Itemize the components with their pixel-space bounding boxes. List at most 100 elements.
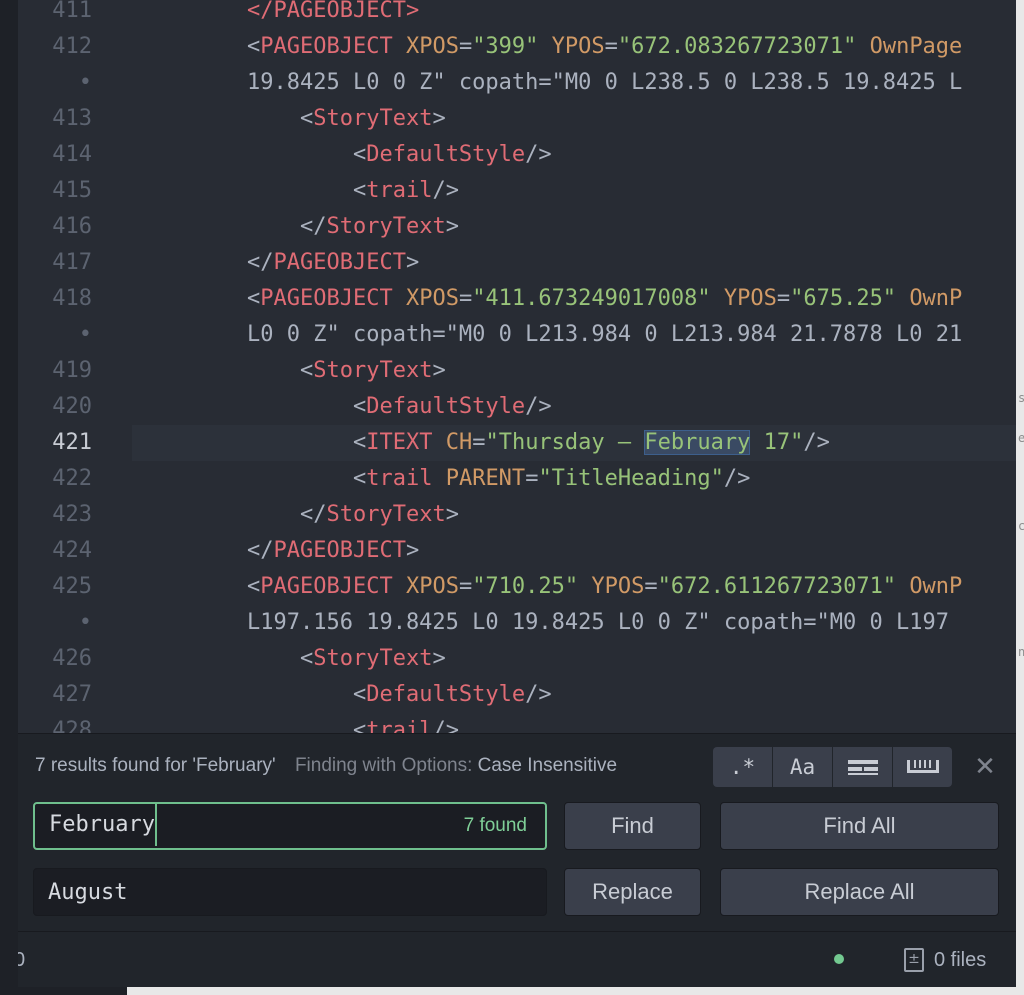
code-token: "TitleHeading" [538, 466, 724, 491]
code-token: = [644, 574, 658, 599]
find-input[interactable]: February 7 found [33, 802, 547, 850]
code-line[interactable]: 428 <trail/> [18, 713, 1016, 733]
results-summary: 7 results found for 'February' [35, 755, 276, 776]
regex-toggle-button[interactable]: .* [713, 747, 772, 787]
close-find-panel-button[interactable]: ✕ [973, 751, 997, 781]
code-line[interactable]: 414 <DefaultStyle/> [18, 137, 1016, 173]
code-token: YPOS [591, 574, 645, 599]
code-token: > [405, 538, 420, 563]
replace-input[interactable]: August [33, 868, 547, 916]
git-changed-files[interactable]: ± 0 files [904, 932, 986, 988]
code-token: > [405, 250, 420, 275]
code-line[interactable]: • L197.156 19.8425 L0 19.8425 L0 0 Z" cop… [18, 605, 1016, 641]
code-token: "710.25" [472, 574, 579, 599]
code-token: DefaultStyle [366, 682, 526, 707]
replace-button[interactable]: Replace [564, 868, 701, 916]
code-line[interactable]: 417 </PAGEOBJECT> [18, 245, 1016, 281]
code-token: < [247, 682, 367, 707]
code-line[interactable]: 411 </PAGEOBJECT> [18, 0, 1016, 29]
find-button[interactable]: Find [564, 802, 701, 850]
code-line[interactable]: 423 </StoryText> [18, 497, 1016, 533]
code-token: < [247, 646, 314, 671]
code-token: < [247, 718, 367, 733]
code-line[interactable]: • L0 0 Z" copath="M0 0 L213.984 0 L213.98… [18, 317, 1016, 353]
code-token: 19.8425 L0 0 Z" copath="M0 0 L238.5 0 L2… [247, 70, 963, 95]
line-code: </PAGEOBJECT> [247, 0, 419, 29]
code-token: = [458, 34, 473, 59]
code-token: "672.083267723071" [617, 34, 857, 59]
code-line[interactable]: 416 </StoryText> [18, 209, 1016, 245]
code-token: /> [525, 394, 552, 419]
line-number: 426 [52, 646, 92, 671]
whole-word-icon [906, 760, 939, 773]
close-icon: ✕ [974, 751, 996, 781]
code-token: 17" [750, 430, 804, 455]
code-editor[interactable]: 411 </PAGEOBJECT> 412 <PAGEOBJECT XPOS="399… [18, 0, 1016, 733]
window-bottom-edge [0, 987, 1024, 995]
options-label: Finding with Options: [294, 755, 473, 776]
code-token: > [445, 214, 459, 239]
code-line[interactable]: 426 <StoryText> [18, 641, 1016, 677]
code-token: < [247, 358, 314, 383]
file-diff-icon: ± [904, 948, 924, 972]
line-number: 415 [52, 178, 92, 203]
background-text-fragment: e [1018, 431, 1024, 445]
find-all-button[interactable]: Find All [720, 802, 999, 850]
line-number: 422 [52, 466, 92, 491]
code-token: > [432, 358, 446, 383]
code-token: "675.25" [790, 286, 897, 311]
whole-word-toggle-button[interactable] [893, 747, 952, 787]
code-line[interactable]: 425 <PAGEOBJECT XPOS="710.25" YPOS="672.6… [18, 569, 1016, 605]
code-token: XPOS [405, 574, 459, 599]
replace-all-button[interactable]: Replace All [720, 868, 999, 916]
code-line[interactable]: 421 <ITEXT CH="Thursday – February 17"/> [18, 425, 1016, 461]
code-line[interactable]: 413 <StoryText> [18, 101, 1016, 137]
code-token: PAGEOBJECT [273, 250, 406, 275]
code-line[interactable]: 418 <PAGEOBJECT XPOS="411.673249017008" Y… [18, 281, 1016, 317]
code-token: PAGEOBJECT [273, 538, 406, 563]
code-token: PAGEOBJECT [260, 34, 393, 59]
code-line[interactable]: • 19.8425 L0 0 Z" copath="M0 0 L238.5 0 L… [18, 65, 1016, 101]
line-number: • [78, 610, 92, 635]
code-line[interactable]: 422 <trail PARENT="TitleHeading"/> [18, 461, 1016, 497]
code-token: < [247, 466, 367, 491]
find-options-group: .* Aa [713, 747, 953, 787]
code-token: = [458, 574, 473, 599]
line-number: 417 [52, 250, 92, 275]
code-token: </ [247, 502, 327, 527]
code-token: "399" [472, 34, 539, 59]
code-line[interactable]: 420 <DefaultStyle/> [18, 389, 1016, 425]
code-line[interactable]: 415 <trail/> [18, 173, 1016, 209]
code-token: < [247, 394, 367, 419]
line-code: <StoryText> [247, 101, 446, 137]
search-match-highlight: February [644, 430, 751, 455]
options-value: Case Insensitive [477, 755, 618, 776]
code-line[interactable]: 412 <PAGEOBJECT XPOS="399" YPOS="672.0832… [18, 29, 1016, 65]
code-token: CH [445, 430, 473, 455]
code-token: L197.156 19.8425 L0 19.8425 L0 0 Z" copa… [247, 610, 949, 635]
code-token: > [432, 106, 446, 131]
line-code: </StoryText> [247, 497, 459, 533]
code-token: = [472, 430, 486, 455]
match-case-toggle-button[interactable]: Aa [773, 747, 832, 787]
line-number: • [78, 70, 92, 95]
line-number: 414 [52, 142, 92, 167]
line-code: </PAGEOBJECT> [247, 245, 419, 281]
line-code: </PAGEOBJECT> [247, 533, 419, 569]
right-background-window-edge: s e c n [1016, 0, 1024, 995]
code-line[interactable]: 427 <DefaultStyle/> [18, 677, 1016, 713]
selection-icon [847, 760, 878, 775]
code-token: PAGEOBJECT [260, 574, 393, 599]
code-line[interactable]: 419 <StoryText> [18, 353, 1016, 389]
code-token: OwnP [909, 574, 963, 599]
found-count: 7 found [463, 815, 527, 836]
dock-bottom-edge [0, 987, 127, 995]
only-in-selection-toggle-button[interactable] [833, 747, 892, 787]
code-line[interactable]: 424 </PAGEOBJECT> [18, 533, 1016, 569]
code-token: /> [432, 718, 459, 733]
